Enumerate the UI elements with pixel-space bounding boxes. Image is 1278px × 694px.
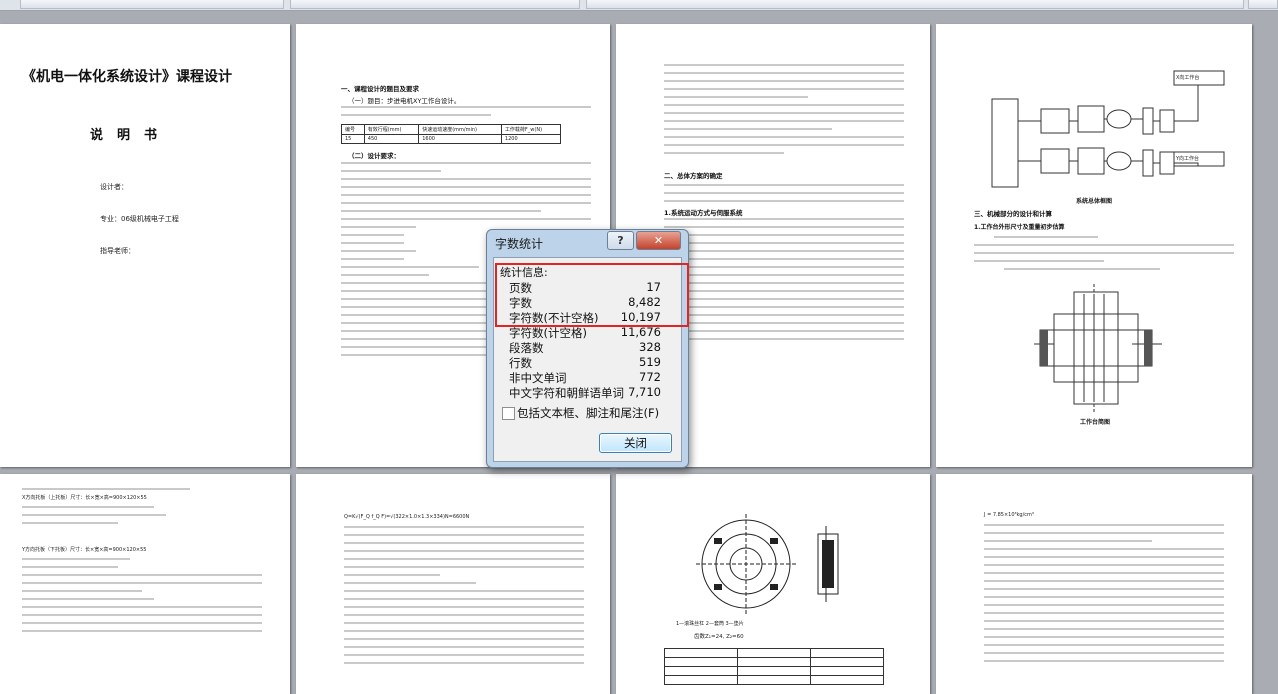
stat-value: 328 bbox=[639, 340, 661, 354]
page7-figure-caption: 1—滚珠丝杠 2—套筒 3—垫片 bbox=[676, 621, 744, 627]
cover-title: 《机电一体化系统设计》课程设计 bbox=[22, 69, 232, 85]
page-thumbnail-8[interactable]: J = 7.85×10³kg/cm³ bbox=[936, 474, 1252, 694]
stat-value: 11,676 bbox=[620, 325, 661, 339]
page8-formula: J = 7.85×10³kg/cm³ bbox=[984, 512, 1034, 518]
include-textboxes-checkbox[interactable] bbox=[502, 407, 515, 420]
stat-value: 519 bbox=[639, 355, 661, 369]
fig2-caption: 工作台简图 bbox=[1080, 419, 1111, 426]
table-header: 快速运动速度(mm/min) bbox=[418, 124, 502, 135]
table-cell: 1200 bbox=[500, 134, 562, 144]
page6-formula: Q=K√(F_Q f_Q F)=√(322×1.0×1.3×334)N=6600… bbox=[344, 514, 470, 520]
stat-label: 字符数(计空格) bbox=[509, 326, 587, 340]
y-table-box-label: Y向工作台 bbox=[1176, 156, 1200, 162]
ribbon-group-styles[interactable] bbox=[586, 0, 1244, 9]
page6-lines bbox=[344, 526, 584, 670]
stat-row-non-chinese-words: 非中文单词 772 bbox=[509, 370, 661, 386]
page3-section-title: 二、总体方案的确定 bbox=[664, 172, 723, 180]
page7-gear-table bbox=[664, 648, 884, 685]
table-header: 编号 bbox=[341, 124, 365, 135]
worktable-sketch bbox=[1034, 284, 1162, 414]
x-table-box-label: X向工作台 bbox=[1176, 75, 1200, 81]
page4-body-lines bbox=[974, 236, 1234, 276]
page2-spec-table: 编号 有效行程(mm) 快速运动速度(mm/min) 工作载荷F_w(N) 15… bbox=[341, 124, 562, 144]
ribbon-group-font[interactable] bbox=[20, 0, 284, 9]
fig1-caption: 系统总体框图 bbox=[1076, 198, 1113, 205]
page-thumbnail-1[interactable]: 《机电一体化系统设计》课程设计 说明书 设计者： 专业：06级机械电子工程 指导… bbox=[0, 24, 290, 467]
page7-table-label: 齿数Z₁=24, Z₂=60 bbox=[694, 634, 744, 640]
help-icon: ? bbox=[617, 234, 624, 247]
cover-major-label: 专业：06级机械电子工程 bbox=[100, 215, 179, 223]
stat-row-chinese-korean-words: 中文字符和朝鲜语单词 7,710 bbox=[509, 385, 661, 401]
page2-requirements-title: （二）设计要求： bbox=[348, 152, 400, 160]
help-button[interactable]: ? bbox=[607, 231, 634, 250]
table-cell: 450 bbox=[363, 134, 420, 144]
ribbon-strip bbox=[0, 0, 1278, 11]
page-thumbnail-6[interactable]: Q=K√(F_Q f_Q F)=√(322×1.0×1.3×334)N=6600… bbox=[296, 474, 610, 694]
page4-section-title: 三、机械部分的设计和计算 bbox=[974, 210, 1052, 218]
page3-mid-lines bbox=[664, 184, 904, 208]
table-cell: 1600 bbox=[418, 134, 502, 144]
close-icon: ✕ bbox=[653, 234, 664, 247]
table-header: 有效行程(mm) bbox=[363, 124, 420, 135]
page5-lines-2 bbox=[22, 506, 262, 530]
stat-label: 非中文单词 bbox=[509, 371, 567, 385]
page8-lines bbox=[984, 524, 1224, 668]
page-thumbnail-5[interactable]: X方向托板（上托板）尺寸：长×宽×高=900×120×55 Y方向托板（下托板）… bbox=[0, 474, 290, 694]
include-textboxes-label[interactable]: 包括文本框、脚注和尾注(F) bbox=[517, 405, 659, 421]
page5-line-x: X方向托板（上托板）尺寸：长×宽×高=900×120×55 bbox=[22, 495, 147, 501]
page-thumbnail-4[interactable]: X向工作台 Y向工作台 系统总体框图 三、机械部分的设计和计算 1.工作台外形尺… bbox=[936, 24, 1252, 467]
page2-section-title: 一、课程设计的题目及要求 bbox=[341, 85, 419, 93]
page3-subtitle-a: 1.系统运动方式与伺服系统 bbox=[664, 209, 743, 217]
cover-designer-label: 设计者： bbox=[100, 183, 128, 191]
ribbon-group-editing[interactable] bbox=[1248, 0, 1278, 9]
stat-value: 772 bbox=[639, 370, 661, 384]
dialog-title: 字数统计 bbox=[495, 237, 544, 251]
page-thumbnail-7[interactable]: 1—滚珠丝杠 2—套筒 3—垫片 齿数Z₁=24, Z₂=60 bbox=[616, 474, 930, 694]
ribbon-group-paragraph[interactable] bbox=[290, 0, 580, 9]
page5-line-y: Y方向托板（下托板）尺寸：长×宽×高=900×120×55 bbox=[22, 547, 147, 553]
page2-text-lines bbox=[341, 106, 591, 122]
cover-subtitle: 说明书 bbox=[90, 128, 172, 143]
stat-row-lines: 行数 519 bbox=[509, 355, 661, 371]
close-dialog-button[interactable]: 关闭 bbox=[599, 433, 672, 453]
stat-row-paragraphs: 段落数 328 bbox=[509, 340, 661, 356]
table-cell: 15 bbox=[341, 134, 365, 144]
red-highlight-box bbox=[495, 263, 689, 327]
system-block-diagram bbox=[991, 70, 1225, 188]
stat-value: 7,710 bbox=[628, 385, 661, 399]
close-window-button[interactable]: ✕ bbox=[636, 231, 681, 250]
page5-lines-3 bbox=[22, 558, 262, 638]
stat-label: 行数 bbox=[509, 356, 532, 370]
page3-body-lines bbox=[664, 218, 904, 346]
table-header: 工作载荷F_w(N) bbox=[500, 124, 562, 135]
bearing-drawing bbox=[696, 514, 839, 614]
stat-row-chars-with-spaces: 字符数(计空格) 11,676 bbox=[509, 325, 661, 341]
stat-label: 中文字符和朝鲜语单词 bbox=[509, 386, 624, 400]
page2-sub-title: （一）题目：步进电机XY工作台设计。 bbox=[348, 97, 461, 105]
page4-sub-title: 1.工作台外形尺寸及重量初步估算 bbox=[974, 224, 1065, 231]
page3-top-lines bbox=[664, 64, 904, 160]
stat-label: 段落数 bbox=[509, 341, 544, 355]
cover-advisor-label: 指导老师： bbox=[100, 247, 135, 255]
